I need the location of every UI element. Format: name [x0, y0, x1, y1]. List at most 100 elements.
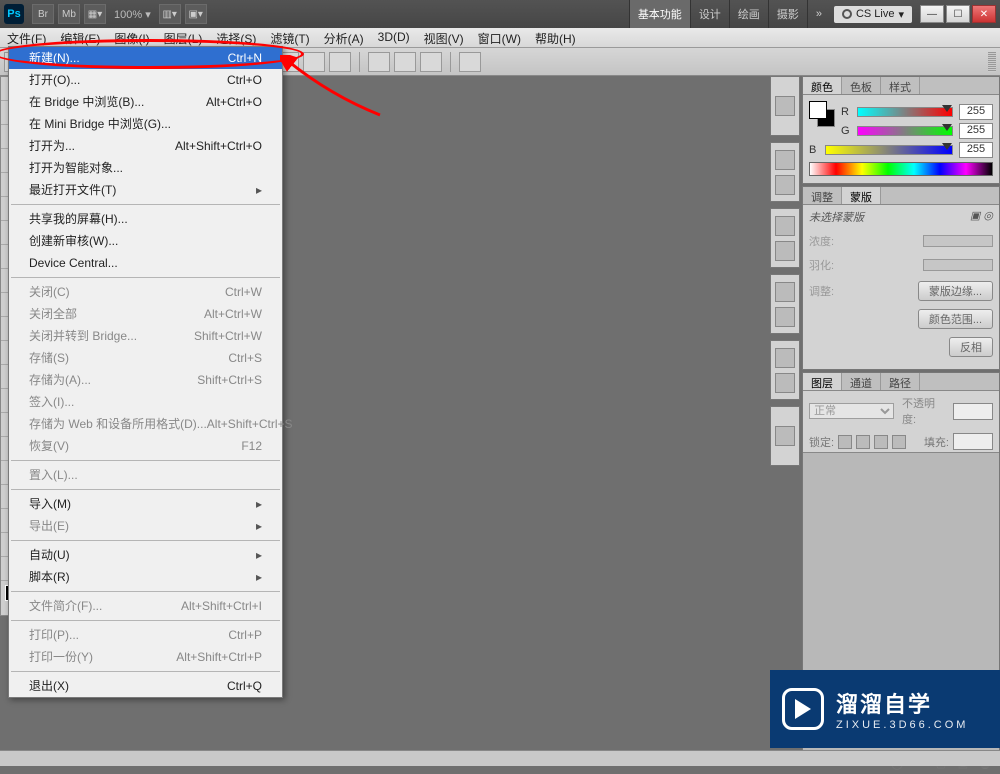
- close-button[interactable]: ✕: [972, 5, 996, 23]
- workspace-painting[interactable]: 绘画: [729, 0, 768, 28]
- menu-file[interactable]: 文件(F): [0, 28, 53, 47]
- menu-separator: [11, 620, 280, 621]
- menu-filter[interactable]: 滤镜(T): [263, 28, 316, 47]
- file-menu-item[interactable]: 打开(O)...Ctrl+O: [9, 69, 282, 91]
- minibridge-icon[interactable]: Mb: [58, 4, 80, 24]
- opt-icon[interactable]: [459, 52, 481, 72]
- menu-view[interactable]: 视图(V): [417, 28, 471, 47]
- file-menu-item[interactable]: 脚本(R): [9, 566, 282, 588]
- file-menu-item[interactable]: 最近打开文件(T): [9, 179, 282, 201]
- cslive-button[interactable]: CS Live ▾: [834, 6, 912, 23]
- lock-trans-icon[interactable]: [838, 435, 852, 449]
- view-extras-icon[interactable]: ▦▾: [84, 4, 106, 24]
- color-range-button[interactable]: 颜色范围...: [918, 309, 993, 329]
- watermark: 溜溜自学 ZIXUE.3D66.COM: [770, 670, 1000, 748]
- workspace-photography[interactable]: 摄影: [768, 0, 807, 28]
- tools-panel-icon[interactable]: [775, 348, 795, 368]
- menu-layer[interactable]: 图层(L): [157, 28, 210, 47]
- tab-swatches[interactable]: 色板: [842, 77, 881, 94]
- menu-separator: [11, 277, 280, 278]
- file-menu-item[interactable]: 导入(M): [9, 493, 282, 515]
- mask-edge-button[interactable]: 蒙版边缘...: [918, 281, 993, 301]
- blend-mode-select[interactable]: 正常: [809, 403, 894, 419]
- opt-icon[interactable]: [368, 52, 390, 72]
- opt-icon[interactable]: [303, 52, 325, 72]
- file-menu-item[interactable]: 在 Mini Bridge 中浏览(G)...: [9, 113, 282, 135]
- char-panel-icon[interactable]: [775, 307, 795, 327]
- menu-separator: [11, 460, 280, 461]
- tab-adjustments[interactable]: 调整: [803, 187, 842, 204]
- menu-image[interactable]: 图像(I): [107, 28, 156, 47]
- zoom-level[interactable]: 100% ▾: [114, 8, 151, 21]
- b-slider[interactable]: [825, 145, 953, 155]
- arrange-docs-icon[interactable]: ▥▾: [159, 4, 181, 24]
- panel-swatch[interactable]: [809, 101, 835, 127]
- options-grip-icon[interactable]: [988, 52, 996, 72]
- menu-3d[interactable]: 3D(D): [371, 28, 417, 47]
- menu-analysis[interactable]: 分析(A): [317, 28, 371, 47]
- opt-icon[interactable]: [329, 52, 351, 72]
- r-slider[interactable]: [857, 107, 953, 117]
- tab-channels[interactable]: 通道: [842, 373, 881, 390]
- workspace-essentials[interactable]: 基本功能: [629, 0, 690, 28]
- screen-mode-icon[interactable]: ▣▾: [185, 4, 207, 24]
- file-menu-item[interactable]: 打开为智能对象...: [9, 157, 282, 179]
- character-panel-icon[interactable]: [775, 426, 795, 446]
- dock-well[interactable]: [770, 406, 800, 466]
- menu-window[interactable]: 窗口(W): [471, 28, 528, 47]
- tab-styles[interactable]: 样式: [881, 77, 920, 94]
- minimize-button[interactable]: —: [920, 5, 944, 23]
- menu-edit[interactable]: 编辑(E): [53, 28, 107, 47]
- menu-select[interactable]: 选择(S): [209, 28, 263, 47]
- workspace-more-icon[interactable]: »: [807, 0, 830, 28]
- file-menu-item[interactable]: Device Central...: [9, 252, 282, 274]
- density-slider[interactable]: [923, 235, 993, 247]
- r-value[interactable]: 255: [959, 104, 993, 120]
- opt-icon[interactable]: [394, 52, 416, 72]
- feather-slider[interactable]: [923, 259, 993, 271]
- file-menu-item[interactable]: 创建新审核(W)...: [9, 230, 282, 252]
- feather-label: 羽化:: [809, 257, 834, 273]
- file-menu-item: 打印一份(Y)Alt+Shift+Ctrl+P: [9, 646, 282, 668]
- info-panel-icon[interactable]: [775, 373, 795, 393]
- file-menu-item[interactable]: 打开为...Alt+Shift+Ctrl+O: [9, 135, 282, 157]
- file-menu-item[interactable]: 退出(X)Ctrl+Q: [9, 675, 282, 697]
- lock-pos-icon[interactable]: [874, 435, 888, 449]
- clone-panel-icon[interactable]: [775, 175, 795, 195]
- swatches-panel-icon[interactable]: [775, 241, 795, 261]
- menu-bar: 文件(F) 编辑(E) 图像(I) 图层(L) 选择(S) 滤镜(T) 分析(A…: [0, 28, 1000, 48]
- dock-well[interactable]: [770, 142, 800, 202]
- g-slider[interactable]: [857, 126, 953, 136]
- maximize-button[interactable]: ☐: [946, 5, 970, 23]
- menu-help[interactable]: 帮助(H): [528, 28, 583, 47]
- file-menu-item: 存储为(A)...Shift+Ctrl+S: [9, 369, 282, 391]
- file-menu-item[interactable]: 在 Bridge 中浏览(B)...Alt+Ctrl+O: [9, 91, 282, 113]
- dock-well[interactable]: [770, 340, 800, 400]
- fill-input[interactable]: [953, 433, 993, 450]
- history-panel-icon[interactable]: [775, 96, 795, 116]
- brushpresets-icon[interactable]: [775, 216, 795, 236]
- bridge-icon[interactable]: Br: [32, 4, 54, 24]
- lock-paint-icon[interactable]: [856, 435, 870, 449]
- tab-paths[interactable]: 路径: [881, 373, 920, 390]
- workspace-design[interactable]: 设计: [690, 0, 729, 28]
- file-menu-item[interactable]: 共享我的屏幕(H)...: [9, 208, 282, 230]
- dock-well[interactable]: [770, 76, 800, 136]
- b-value[interactable]: 255: [959, 142, 993, 158]
- dock-well[interactable]: [770, 274, 800, 334]
- opt-icon[interactable]: [420, 52, 442, 72]
- tab-masks[interactable]: 蒙版: [842, 187, 881, 204]
- paragraph-panel-icon[interactable]: [775, 282, 795, 302]
- dock-well[interactable]: [770, 208, 800, 268]
- tab-layers[interactable]: 图层: [803, 373, 842, 390]
- file-menu-item[interactable]: 新建(N)...Ctrl+N: [9, 47, 282, 69]
- brush-panel-icon[interactable]: [775, 150, 795, 170]
- g-value[interactable]: 255: [959, 123, 993, 139]
- color-ramp[interactable]: [809, 162, 993, 176]
- tab-color[interactable]: 颜色: [803, 77, 842, 94]
- file-menu-item: 关闭(C)Ctrl+W: [9, 281, 282, 303]
- file-menu-item[interactable]: 自动(U): [9, 544, 282, 566]
- opacity-input[interactable]: [953, 403, 993, 420]
- lock-all-icon[interactable]: [892, 435, 906, 449]
- invert-button[interactable]: 反相: [949, 337, 993, 357]
